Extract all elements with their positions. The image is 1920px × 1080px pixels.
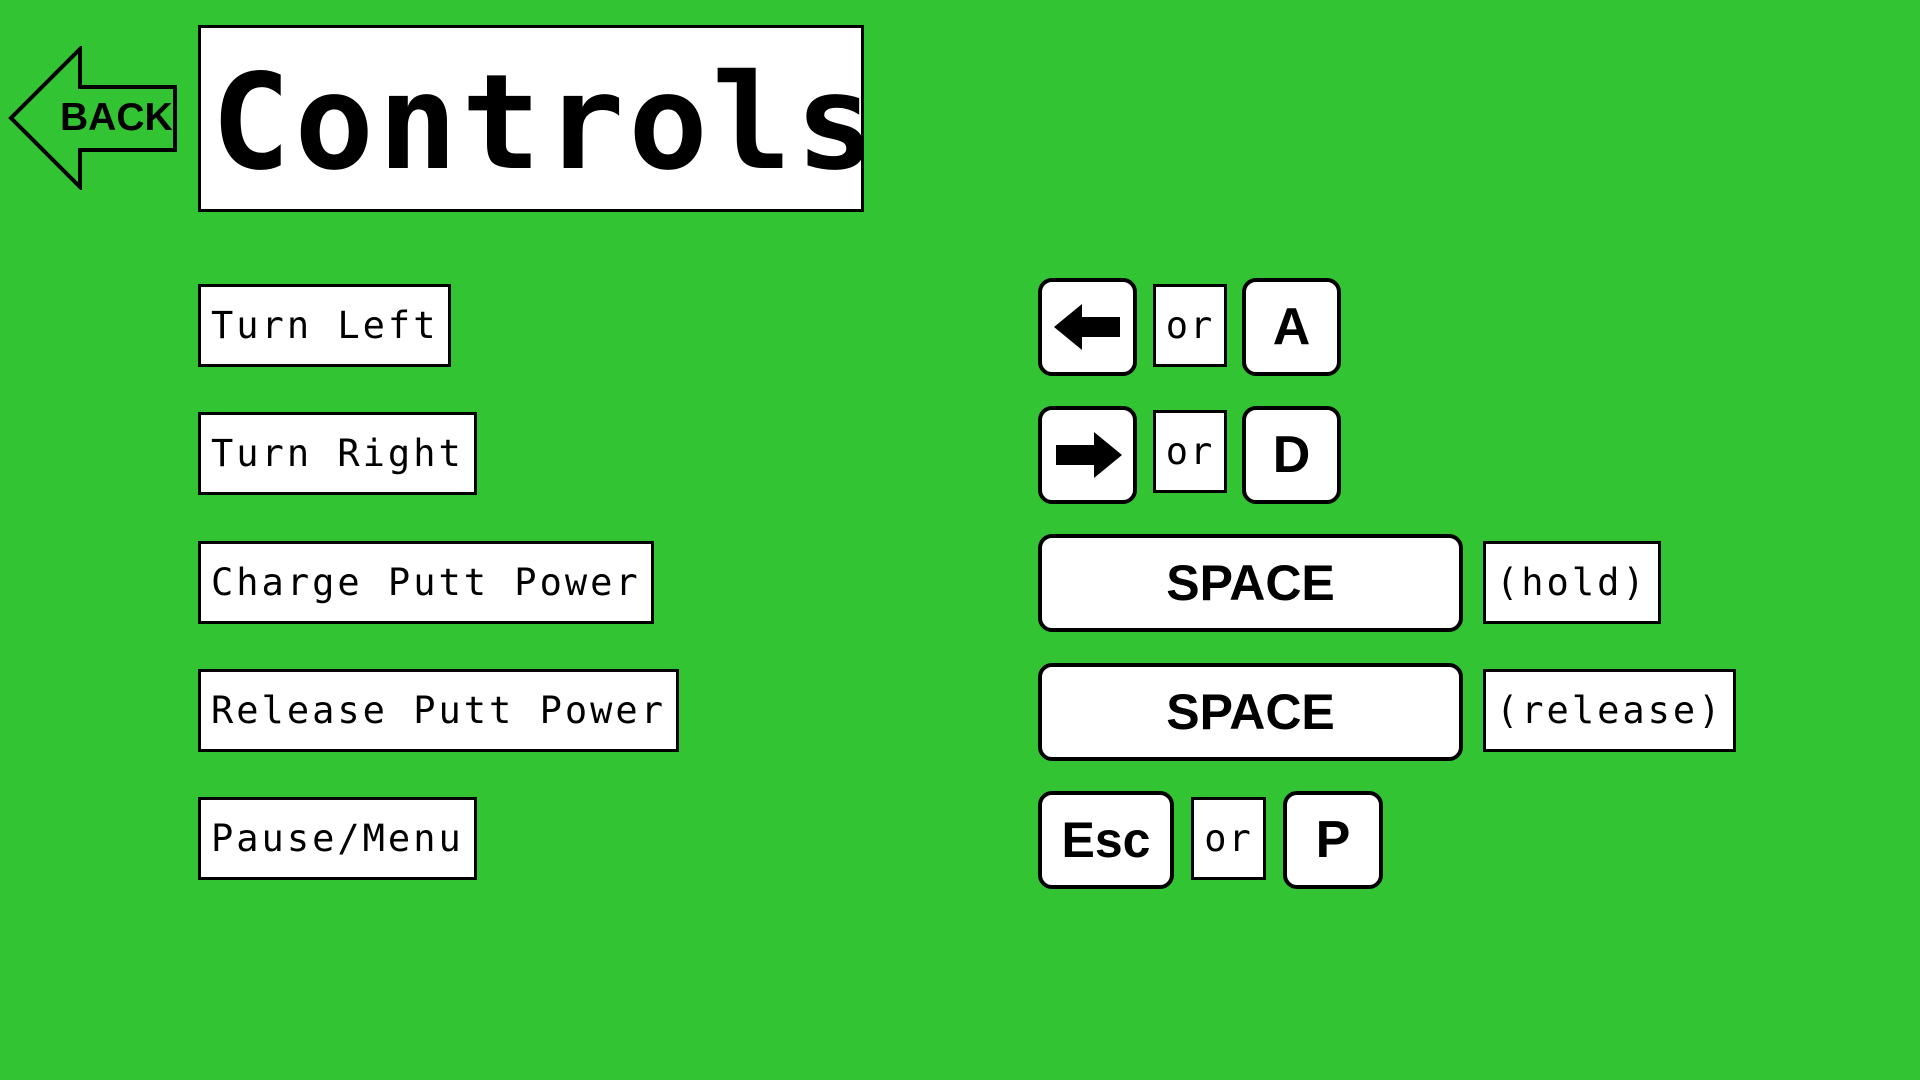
- key-note-release: (release): [1483, 669, 1737, 752]
- key-esc[interactable]: Esc: [1038, 791, 1174, 889]
- back-button-label: BACK: [60, 96, 173, 139]
- page-title-box: Controls: [198, 25, 875, 212]
- arrow-left-icon: [1053, 304, 1120, 350]
- or-separator: or: [1153, 284, 1227, 367]
- key-d[interactable]: D: [1242, 406, 1341, 504]
- action-label-pause-menu: Pause/Menu: [198, 797, 477, 880]
- key-space-release[interactable]: SPACE: [1038, 663, 1463, 761]
- key-space-hold[interactable]: SPACE: [1038, 534, 1463, 632]
- key-note-hold: (hold): [1483, 541, 1661, 624]
- arrow-right-icon: [1055, 432, 1122, 478]
- key-a[interactable]: A: [1242, 278, 1341, 376]
- key-p[interactable]: P: [1283, 791, 1383, 889]
- page-title: Controls: [211, 46, 879, 200]
- action-label-release-putt-power: Release Putt Power: [198, 669, 679, 752]
- action-label-charge-putt-power: Charge Putt Power: [198, 541, 654, 624]
- action-label-turn-left: Turn Left: [198, 284, 452, 367]
- or-separator: or: [1191, 797, 1266, 880]
- key-right-arrow[interactable]: [1038, 406, 1137, 504]
- key-left-arrow[interactable]: [1038, 278, 1137, 376]
- back-button[interactable]: BACK: [8, 46, 178, 190]
- or-separator: or: [1153, 410, 1227, 493]
- action-label-turn-right: Turn Right: [198, 412, 477, 495]
